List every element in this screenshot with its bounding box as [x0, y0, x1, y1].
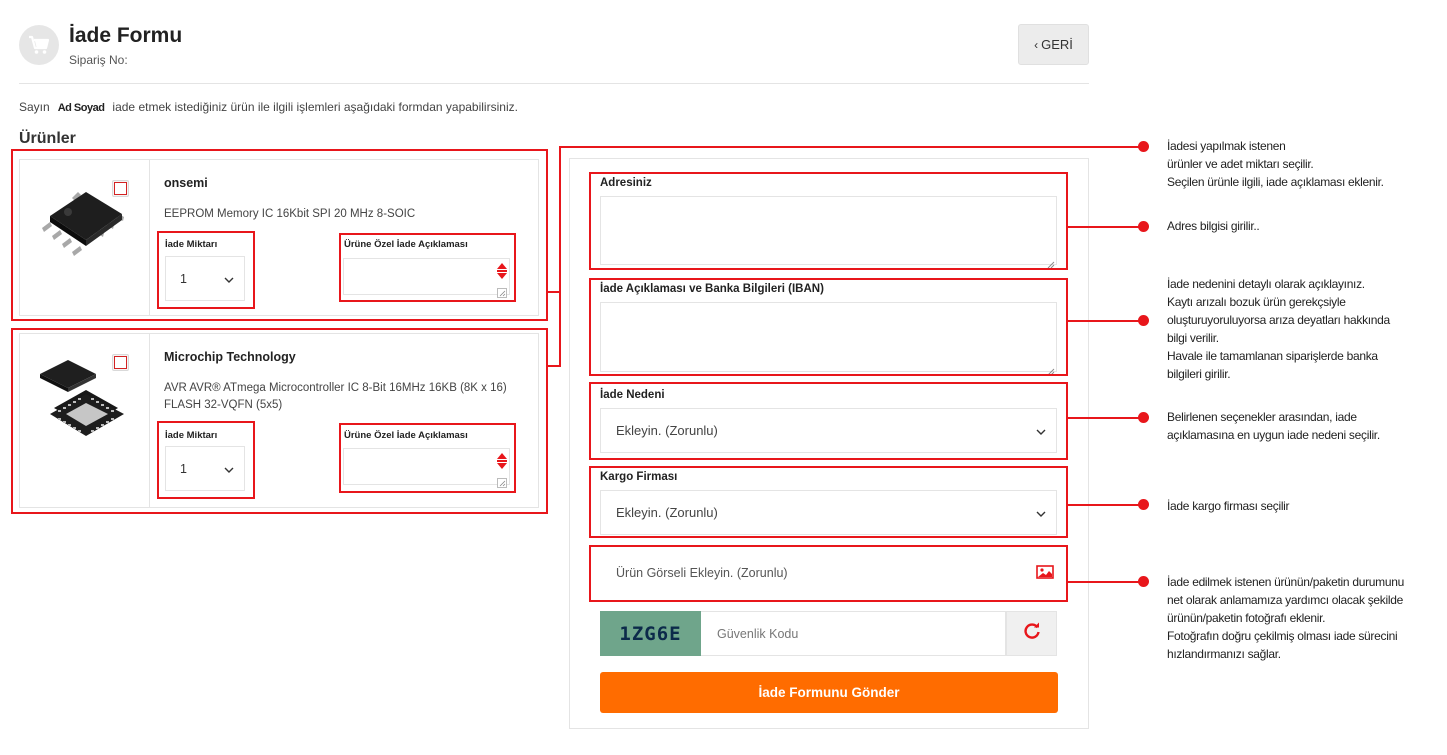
address-input[interactable] [600, 196, 1057, 265]
product-description: AVR AVR® ATmega Microcontroller IC 8-Bit… [164, 382, 507, 411]
annotation-line: Belirlenen seçenekler arasından, iade [1167, 410, 1357, 424]
annotation-line: oluşturuyoruluyorsa arıza deyatları hakk… [1167, 313, 1390, 327]
captcha-image: 1ZG6E [600, 611, 701, 656]
annotation-iban: İade nedenini detaylı olarak açıklayınız… [1167, 275, 1390, 383]
connector-dot [1138, 315, 1149, 326]
product-brand: Microchip Technology [164, 350, 296, 364]
chevron-down-icon [224, 272, 234, 286]
cargo-company-select[interactable]: Ekleyin. (Zorunlu) [600, 490, 1057, 535]
connector-dot [1138, 499, 1149, 510]
product-description: EEPROM Memory IC 16Kbit SPI 20 MHz 8-SOI… [164, 208, 416, 220]
product-image [36, 186, 132, 263]
refresh-captcha-button[interactable] [1006, 611, 1057, 656]
annotation-cargo: İade kargo firması seçilir [1167, 497, 1290, 515]
annotation-line: Havale ile tamamlanan siparişlerde banka [1167, 349, 1378, 363]
annotation-line: ürünün/paketin fotoğrafı eklenir. [1167, 611, 1326, 625]
return-quantity-select[interactable]: 1 [165, 446, 245, 491]
spinner-arrows-icon [496, 452, 508, 475]
annotation-line: İade kargo firması seçilir [1167, 499, 1290, 513]
security-code-input[interactable] [701, 611, 1006, 656]
return-reason-select[interactable]: Ekleyin. (Zorunlu) [600, 408, 1057, 453]
annotation-line: İadesi yapılmak istenen [1167, 139, 1286, 153]
product-note-label: Ürüne Özel İade Açıklaması [344, 239, 468, 250]
annotation-line: Seçilen ürünle ilgili, iade açıklaması e… [1167, 175, 1384, 189]
image-icon [1036, 564, 1054, 582]
customer-name: Ad Soyad [57, 102, 105, 114]
product-image-upload[interactable]: Ürün Görseli Ekleyin. (Zorunlu) [591, 547, 1066, 599]
chevron-down-icon [224, 462, 234, 476]
card-divider [149, 160, 150, 315]
product-note-input[interactable] [343, 258, 510, 295]
connector-dot [1138, 221, 1149, 232]
annotation-line: net olarak anlamamıza yardımcı olacak şe… [1167, 593, 1403, 607]
iban-input[interactable] [600, 302, 1057, 372]
return-reason-value: Ekleyin. (Zorunlu) [616, 423, 718, 438]
spinner-arrows-icon [496, 262, 508, 285]
connector-reason [1068, 417, 1144, 419]
connector-dot [1138, 576, 1149, 587]
return-quantity-label: İade Miktarı [165, 430, 218, 441]
intro-prefix: Sayın [19, 100, 50, 114]
chevron-left-icon: ‹ [1034, 37, 1039, 52]
annotation-line: bilgileri girilir. [1167, 367, 1231, 381]
annotation-line: Kaytı arızalı bozuk ürün gerekçsiyle [1167, 295, 1346, 309]
intro-text: Sayın Ad Soyad iade etmek istediğiniz ürün… [19, 100, 518, 114]
product-select-checkbox[interactable] [112, 180, 129, 197]
annotation-line: ürünler ve adet miktarı seçilir. [1167, 157, 1314, 171]
connector-iban [1068, 320, 1144, 322]
resize-handle-icon [1047, 256, 1055, 274]
chevron-down-icon [1036, 505, 1046, 520]
resize-handle-icon [497, 285, 507, 303]
connector-address [1068, 226, 1144, 228]
resize-handle-icon [1047, 363, 1055, 381]
quantity-value: 1 [180, 461, 187, 476]
annotation-line: açıklamasına en uygun iade nedeni seçili… [1167, 428, 1380, 442]
back-button[interactable]: ‹ GERİ [1018, 24, 1089, 65]
annotation-line: İade edilmek istenen ürünün/paketin duru… [1167, 575, 1404, 589]
image-upload-label: Ürün Görseli Ekleyin. (Zorunlu) [616, 566, 788, 580]
chevron-down-icon [1036, 423, 1046, 438]
captcha-code: 1ZG6E [619, 622, 682, 645]
connector-dot [1138, 141, 1149, 152]
products-title: Ürünler [19, 130, 76, 147]
return-quantity-select[interactable]: 1 [165, 256, 245, 301]
annotation-reason: Belirlenen seçenekler arasından, iade aç… [1167, 408, 1380, 444]
cargo-company-label: Kargo Firması [600, 471, 678, 483]
annotation-line: bilgi verilir. [1167, 331, 1219, 345]
quantity-value: 1 [180, 271, 187, 286]
submit-return-form-button[interactable]: İade Formunu Gönder [600, 672, 1058, 713]
resize-handle-icon [497, 475, 507, 493]
connector-cargo [1068, 504, 1144, 506]
product-brand: onsemi [164, 176, 208, 190]
product-note-input[interactable] [343, 448, 510, 485]
back-button-label: GERİ [1041, 37, 1073, 52]
annotation-line: İade nedenini detaylı olarak açıklayınız… [1167, 277, 1365, 291]
connector-dot [1138, 412, 1149, 423]
connector-products [559, 146, 1143, 148]
card-divider [149, 334, 150, 507]
connector-image [1068, 581, 1144, 583]
order-number-label: Sipariş No: [69, 53, 128, 67]
cart-icon [19, 25, 59, 65]
connector-products-v [559, 146, 561, 367]
intro-suffix: iade etmek istediğiniz ürün ile ilgili i… [112, 100, 518, 114]
header-divider [19, 83, 1089, 84]
refresh-icon [1023, 622, 1041, 645]
annotation-products: İadesi yapılmak istenen ürünler ve adet … [1167, 137, 1384, 191]
annotation-line: hızlandırmanızı sağlar. [1167, 647, 1281, 661]
address-label: Adresiniz [600, 177, 652, 189]
annotation-image: İade edilmek istenen ürünün/paketin duru… [1167, 573, 1404, 663]
annotation-line: Fotoğrafın doğru çekilmiş olması iade sü… [1167, 629, 1398, 643]
iban-label: İade Açıklaması ve Banka Bilgileri (IBAN… [600, 283, 824, 295]
return-reason-label: İade Nedeni [600, 389, 665, 401]
cargo-company-value: Ekleyin. (Zorunlu) [616, 505, 718, 520]
page-title: İade Formu [69, 24, 183, 47]
annotation-address: Adres bilgisi girilir.. [1167, 217, 1260, 235]
product-select-checkbox[interactable] [112, 354, 129, 371]
annotation-line: Adres bilgisi girilir.. [1167, 219, 1260, 233]
return-quantity-label: İade Miktarı [165, 239, 218, 250]
product-note-label: Ürüne Özel İade Açıklaması [344, 430, 468, 441]
